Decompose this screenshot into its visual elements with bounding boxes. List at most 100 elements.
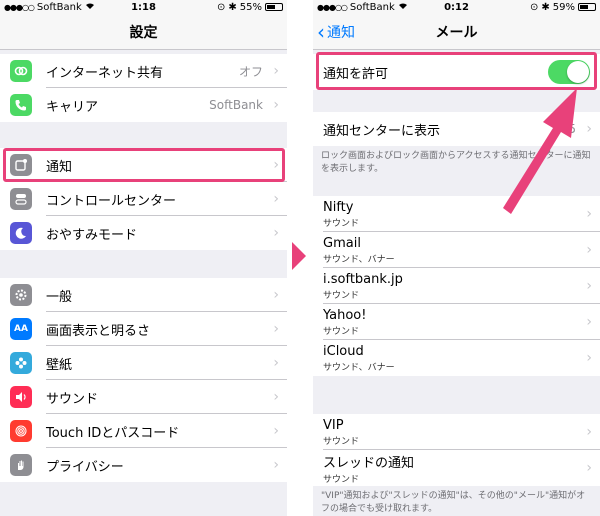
chevron-right-icon: › (586, 350, 592, 366)
account-alert-style: サウンド (323, 474, 360, 485)
settings-item-value: SoftBank (209, 98, 263, 112)
lock-rotation-icon: ⊙ (529, 1, 539, 13)
settings-item-general[interactable]: 一般 › (0, 278, 287, 312)
arrow-right-icon (292, 242, 306, 270)
chevron-right-icon: › (273, 457, 279, 473)
settings-item-label: 画面表示と明るさ (46, 323, 151, 339)
settings-item-label: おやすみモード (46, 227, 138, 243)
back-label: 通知 (327, 24, 355, 41)
account-name: スレッドの通知 (323, 455, 415, 471)
account-alert-style: サウンド (323, 218, 360, 229)
status-bar: ●●●○○ SoftBank 1:18 ⊙ ✱ 55% (0, 0, 287, 14)
chevron-right-icon: › (586, 424, 592, 440)
settings-item-label: キャリア (46, 99, 99, 115)
carrier-label: SoftBank (36, 1, 82, 13)
account-alert-style: サウンド、バナー (323, 362, 395, 373)
chevron-right-icon: › (273, 287, 279, 303)
account-row-softbank[interactable]: i.softbank.jp サウンド › (313, 268, 600, 304)
chevron-right-icon: › (273, 321, 279, 337)
back-button[interactable]: ‹ 通知 (317, 14, 355, 49)
account-name: iCloud (323, 343, 364, 359)
chevron-right-icon: › (586, 242, 592, 258)
battery-percent: 59% (552, 1, 575, 13)
account-row-gmail[interactable]: Gmail サウンド、バナー › (313, 232, 600, 268)
page-title: メール (435, 24, 478, 41)
chevron-right-icon: › (273, 63, 279, 79)
settings-item-privacy[interactable]: プライバシー › (0, 448, 287, 482)
chevron-right-icon: › (586, 314, 592, 330)
fingerprint-icon (10, 420, 32, 442)
flower-icon (10, 352, 32, 374)
notification-center-label: 通知センターに表示 (323, 123, 441, 139)
account-name: Yahoo! (323, 307, 367, 323)
account-text: i.softbank.jp サウンド (323, 272, 403, 301)
text-size-icon: AA (10, 318, 32, 340)
settings-item-control-center[interactable]: コントロールセンター › (0, 182, 287, 216)
account-alert-style: サウンド、バナー (323, 254, 395, 265)
settings-item-label: 一般 (46, 289, 73, 305)
signal-icon: ●●●○○ (4, 2, 35, 12)
settings-item-value: オフ (238, 64, 263, 79)
settings-item-sounds[interactable]: サウンド › (0, 380, 287, 414)
chevron-right-icon: › (273, 191, 279, 207)
gear-icon (10, 284, 32, 306)
link-icon (10, 60, 32, 82)
bluetooth-icon: ✱ (228, 1, 237, 13)
settings-item-carrier[interactable]: キャリア SoftBank › (0, 88, 287, 122)
account-name: i.softbank.jp (323, 271, 403, 287)
account-text: VIP サウンド (323, 418, 359, 447)
account-name: Nifty (323, 199, 354, 215)
wifi-icon (398, 2, 408, 13)
settings-list: インターネット共有 オフ › キャリア SoftBank › 通知 › コントロ… (0, 50, 287, 516)
account-text: Gmail サウンド、バナー (323, 236, 395, 265)
chevron-right-icon: › (273, 97, 279, 113)
right-screen: ●●●○○ SoftBank 0:12 ⊙ ✱ 59% ‹ 通知 メール 通知を… (313, 0, 600, 516)
account-alert-style: サウンド (323, 326, 360, 337)
settings-item-do-not-disturb[interactable]: おやすみモード › (0, 216, 287, 250)
settings-item-touch-id[interactable]: Touch IDとパスコード › (0, 414, 287, 448)
nav-bar: 設定 (0, 14, 287, 50)
battery-percent: 55% (239, 1, 262, 13)
battery-icon (265, 3, 283, 11)
settings-item-display[interactable]: AA 画面表示と明るさ › (0, 312, 287, 346)
battery-icon (578, 3, 596, 11)
chevron-right-icon: › (586, 278, 592, 294)
chevron-right-icon: › (586, 460, 592, 476)
vip-thread-note: "VIP"通知および"スレッドの通知"は、その他の"メール"通知がオフの場合でも… (321, 491, 586, 514)
chevron-right-icon: › (273, 225, 279, 241)
status-bar: ●●●○○ SoftBank 0:12 ⊙ ✱ 59% (313, 0, 600, 14)
settings-item-label: コントロールセンター (46, 193, 177, 209)
account-text: Yahoo! サウンド (323, 308, 366, 337)
chevron-right-icon: › (273, 355, 279, 371)
account-row-icloud[interactable]: iCloud サウンド、バナー › (313, 340, 600, 376)
settings-item-wallpaper[interactable]: 壁紙 › (0, 346, 287, 380)
settings-item-tethering[interactable]: インターネット共有 オフ › (0, 54, 287, 88)
left-screen: ●●●○○ SoftBank 1:18 ⊙ ✱ 55% 設定 インターネット共有… (0, 0, 287, 516)
account-text: スレッドの通知 サウンド (323, 452, 414, 485)
settings-item-label: Touch IDとパスコード (46, 425, 180, 441)
thread-notifications-row[interactable]: スレッドの通知 サウンド › (313, 450, 600, 486)
chevron-left-icon: ‹ (317, 19, 325, 44)
vip-row[interactable]: VIP サウンド › (313, 414, 600, 450)
account-row-yahoo[interactable]: Yahoo! サウンド › (313, 304, 600, 340)
signal-icon: ●●●○○ (317, 2, 348, 12)
arrow-up-right-icon (503, 88, 577, 214)
account-text: Nifty サウンド (323, 200, 359, 229)
settings-item-label: プライバシー (46, 459, 124, 475)
settings-item-label: 壁紙 (46, 357, 73, 373)
moon-icon (10, 222, 32, 244)
account-alert-style: サウンド (323, 290, 360, 301)
account-text: iCloud サウンド、バナー (323, 344, 395, 373)
speaker-icon (10, 386, 32, 408)
hand-icon (10, 454, 32, 476)
highlight-box (3, 148, 285, 182)
lock-rotation-icon: ⊙ (216, 1, 226, 13)
chevron-right-icon: › (273, 389, 279, 405)
chevron-right-icon: › (273, 423, 279, 439)
bluetooth-icon: ✱ (541, 1, 550, 13)
page-title: 設定 (129, 24, 158, 41)
account-name: Gmail (323, 235, 361, 251)
nav-bar: ‹ 通知 メール (313, 14, 600, 50)
carrier-label: SoftBank (349, 1, 395, 13)
settings-item-label: サウンド (46, 391, 99, 407)
